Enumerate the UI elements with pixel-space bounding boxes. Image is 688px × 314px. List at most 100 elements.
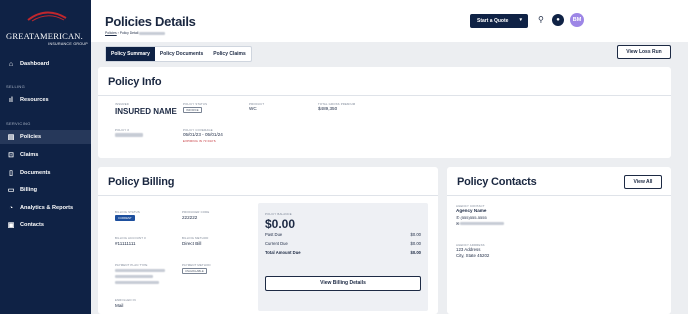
contacts-icon: ▣ (7, 221, 15, 229)
chevron-down-icon: ▾ (519, 17, 522, 23)
sidebar-item-analytics[interactable]: ◔ Analytics & Reports (0, 201, 91, 215)
credit-card-icon: ▭ (7, 186, 15, 194)
top-bar: Policies Details Policies › Policy Detai… (91, 0, 688, 42)
bar-chart-icon: ıl (9, 96, 13, 104)
sidebar-item-documents[interactable]: ▯ Documents (0, 166, 91, 180)
company-logo[interactable]: GREATAMERICAN. INSURANCE GROUP (4, 6, 88, 50)
divider (98, 95, 671, 96)
policy-balance-value: $0.00 (265, 217, 296, 231)
divider (447, 195, 671, 196)
view-loss-run-button[interactable]: View Loss Run (617, 45, 671, 59)
tab-policy-summary[interactable]: Policy Summary (106, 47, 155, 61)
start-quote-label: Start a Quote (477, 18, 509, 24)
analytics-icon: ◔ (8, 204, 14, 212)
product-value: WC (249, 106, 257, 111)
redacted-policy-number (139, 31, 166, 35)
billing-account-label: BILLING ACCOUNT # (115, 236, 146, 240)
phone-icon: ✆ (456, 215, 460, 220)
sidebar-item-label: Documents (20, 170, 51, 176)
billing-status-label: BILLING STATUS (115, 210, 140, 214)
producer-code-label: PRODUCER CODE (182, 210, 210, 214)
billing-method-value: Direct Bill (182, 241, 202, 246)
sidebar-item-label: Dashboard (20, 61, 50, 67)
payment-method-badge: UNAVAILABLE (182, 268, 207, 274)
sidebar-item-billing[interactable]: ▭ Billing (0, 183, 91, 197)
home-icon: ⌂ (8, 60, 14, 68)
section-servicing: SERVICING (6, 121, 31, 126)
agency-phone-row: ✆ (555)555-5555 (456, 215, 487, 220)
claims-icon: ⊡ (8, 151, 14, 159)
policy-contacts-card: Policy Contacts AGENCY CONTACT Agency Na… (447, 167, 671, 314)
view-all-contacts-button[interactable]: View All (624, 175, 662, 189)
start-quote-button[interactable]: Start a Quote ▾ (470, 14, 528, 28)
premium-value: $489,350 (318, 106, 338, 111)
breadcrumb-separator: › (117, 31, 119, 35)
insured-label: INSURED (115, 102, 129, 106)
balance-row-value: $0.00 (410, 250, 421, 255)
sidebar-item-resources[interactable]: ıl Resources (0, 93, 91, 107)
agency-name: Agency Name (456, 208, 487, 213)
notification-bell-icon[interactable]: ● (552, 14, 564, 26)
document-icon: ▯ (9, 169, 13, 177)
policy-balance-label: POLICY BALANCE (265, 212, 292, 216)
email-icon: ✉ (456, 221, 460, 226)
breadcrumb-link[interactable]: Policies (105, 31, 117, 35)
balance-row-label: Total Amount Due (265, 250, 301, 255)
search-icon[interactable]: ⚲ (538, 15, 544, 24)
redacted-plan-line (115, 269, 165, 272)
tab-policy-documents[interactable]: Policy Documents (155, 47, 208, 61)
avatar[interactable]: BM (570, 13, 584, 27)
sidebar-item-label: Analytics & Reports (20, 205, 74, 211)
policy-info-title: Policy Info (108, 76, 162, 88)
sidebar-item-policies[interactable]: ▤ Policies (0, 130, 91, 144)
sidebar-item-label: Claims (20, 152, 39, 158)
balance-row: Past Due $0.00 (265, 232, 421, 237)
sidebar-item-label: Resources (20, 97, 49, 103)
policy-status-label: POLICY STATUS (183, 102, 208, 106)
address-line-1: 123 Address (456, 247, 481, 252)
policy-billing-title: Policy Billing (108, 176, 175, 188)
insured-value: INSURED NAME (115, 107, 177, 116)
logo-name: GREATAMERICAN. (6, 31, 83, 41)
agency-phone[interactable]: (555)555-5555 (460, 215, 486, 220)
billing-status-badge: CURRENT (115, 215, 135, 221)
sidebar-item-contacts[interactable]: ▣ Contacts (0, 218, 91, 232)
address-line-2: City, State 45202 (456, 253, 490, 258)
logo-sub: INSURANCE GROUP (48, 42, 88, 46)
balance-row-total: Total Amount Due $0.00 (265, 250, 421, 255)
sidebar: GREATAMERICAN. INSURANCE GROUP ⌂ Dashboa… (0, 0, 91, 314)
sidebar-item-label: Billing (20, 187, 38, 193)
policy-icon: ▤ (7, 133, 15, 141)
redacted-email[interactable] (460, 222, 505, 226)
balance-row-label: Current Due (265, 241, 288, 246)
policy-contacts-title: Policy Contacts (457, 176, 537, 188)
logo-arc-icon (27, 11, 67, 22)
billing-account-value: #11111111 (115, 241, 136, 246)
redacted-policy-number-value (115, 133, 143, 137)
tab-policy-claims[interactable]: Policy Claims (208, 47, 251, 61)
redacted-plan-line (115, 281, 159, 284)
enrolled-label: ENROLLED IN (115, 298, 136, 302)
balance-row-value: $0.00 (410, 232, 421, 237)
expiring-notice: EXPIRING IN 73 DAYS (183, 139, 216, 143)
section-selling: SELLING (6, 84, 25, 89)
sidebar-item-claims[interactable]: ⊡ Claims (0, 148, 91, 162)
balance-row-value: $0.00 (410, 241, 421, 246)
status-badge: INFORCE (183, 107, 202, 113)
policy-tabs: Policy Summary Policy Documents Policy C… (105, 46, 252, 62)
enrolled-value: Mail (115, 303, 124, 308)
breadcrumb: Policies › Policy Detail (105, 31, 166, 35)
producer-code-value: 222222 (182, 215, 198, 220)
divider (98, 195, 438, 196)
balance-row-label: Past Due (265, 232, 283, 237)
redacted-plan-line (115, 275, 153, 278)
sidebar-item-dashboard[interactable]: ⌂ Dashboard (0, 57, 91, 71)
policy-info-card: Policy Info INSURED INSURED NAME POLICY … (98, 67, 671, 158)
balance-row: Current Due $0.00 (265, 241, 421, 246)
view-billing-details-button[interactable]: View Billing Details (265, 276, 421, 291)
page-title: Policies Details (105, 14, 196, 29)
payment-method-label: PAYMENT METHOD (182, 263, 211, 267)
breadcrumb-current: Policy Detail (119, 31, 139, 35)
sidebar-item-label: Contacts (20, 222, 44, 228)
policy-number-label: POLICY # (115, 128, 130, 132)
